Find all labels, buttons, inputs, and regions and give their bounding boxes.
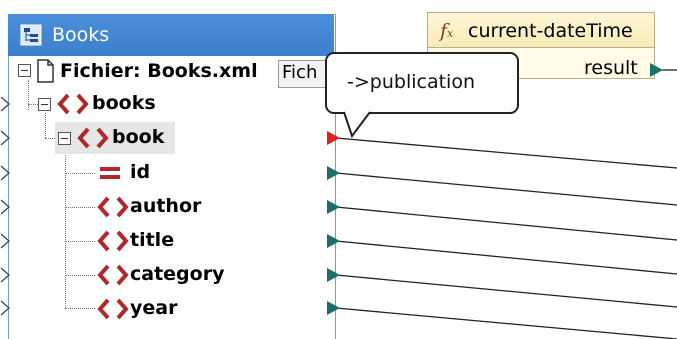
tooltip-pointer bbox=[343, 110, 371, 139]
